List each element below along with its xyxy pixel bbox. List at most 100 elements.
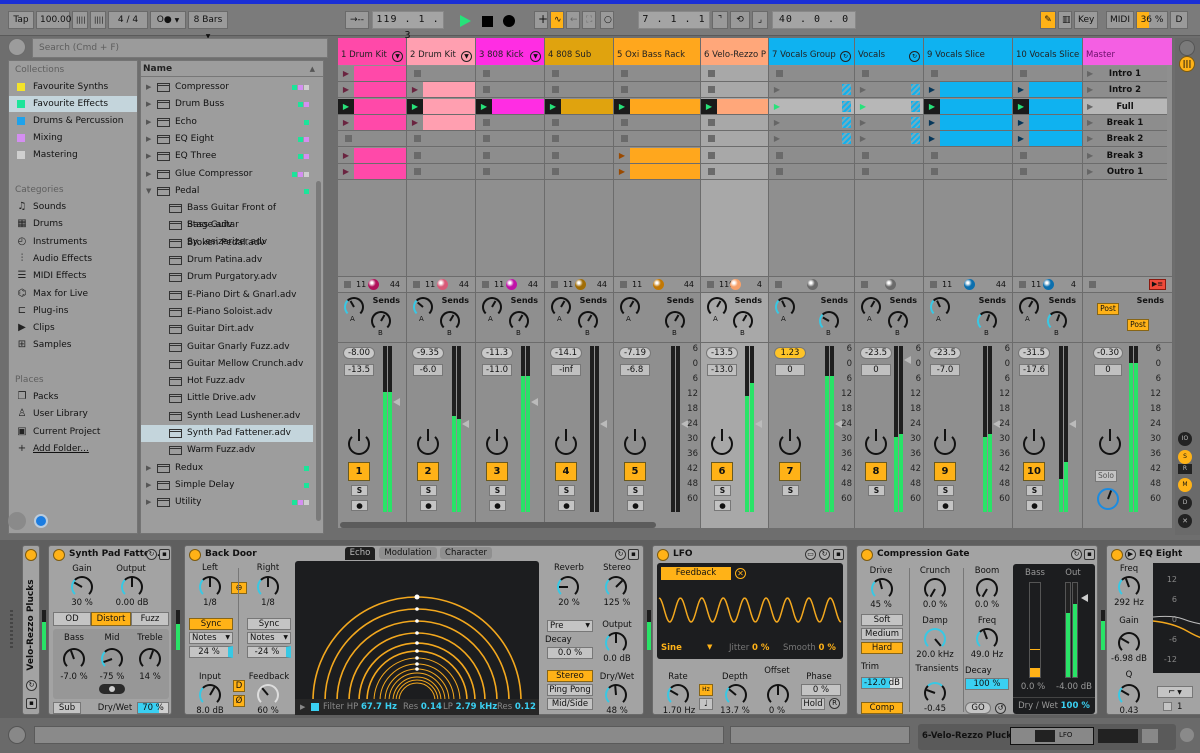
clip-slot[interactable] <box>614 114 700 131</box>
right-sync-mode-select[interactable]: Notes ▼ <box>247 632 291 644</box>
band-toggle[interactable] <box>1163 702 1172 711</box>
stereo-mode-button[interactable]: Stereo <box>547 670 593 682</box>
echo-tap-dot[interactable] <box>415 649 419 653</box>
clip-slot[interactable] <box>1013 147 1082 164</box>
clip-launch-icon[interactable]: ▶ <box>924 115 940 130</box>
clip-slot[interactable]: ▶ <box>924 114 1012 131</box>
clip-slot[interactable] <box>545 82 613 99</box>
clip-playing[interactable] <box>423 98 475 114</box>
volume-fader-handle[interactable] <box>531 398 538 406</box>
right-offset-field[interactable]: -24 % <box>247 646 291 658</box>
expand-arrow-icon[interactable]: ▶ <box>146 148 151 165</box>
scene-play-icon[interactable]: ▶ <box>1087 148 1093 164</box>
arm-record-icon[interactable]: ● <box>420 500 437 511</box>
clip-slot[interactable] <box>407 163 475 180</box>
clip-slot[interactable] <box>545 66 613 82</box>
folder-item[interactable]: ▶ EQ Eight <box>141 131 313 148</box>
folder-item[interactable]: ▶ Utility <box>141 494 313 511</box>
transients-knob[interactable] <box>924 682 946 704</box>
send-a-knob[interactable] <box>551 297 571 317</box>
clip-launch-icon[interactable]: ▶ <box>924 131 940 146</box>
lfo-target-button[interactable]: Feedback <box>661 567 731 580</box>
send-b-knob[interactable] <box>509 311 529 331</box>
echo-tap-dot[interactable] <box>415 667 419 671</box>
volume-fader-handle[interactable] <box>755 420 762 428</box>
clip-slot[interactable] <box>545 114 613 131</box>
preset-item[interactable]: Warm Fuzz.adv <box>141 442 313 459</box>
track-volume-field[interactable]: 1.23 <box>774 347 806 359</box>
io-toggle-icon[interactable]: IO <box>1178 432 1192 446</box>
pan-knob[interactable] <box>486 429 508 455</box>
cue-volume-knob[interactable] <box>1097 488 1119 510</box>
tab-character[interactable]: Character <box>440 547 492 559</box>
clip-slot[interactable]: ▶ <box>769 114 854 131</box>
echo-tap-dot[interactable] <box>415 656 419 660</box>
clip[interactable] <box>354 82 406 98</box>
key-map-button[interactable]: Key <box>1074 11 1098 29</box>
rate-knob[interactable] <box>667 684 689 706</box>
clip-slot[interactable]: ▶ <box>614 163 700 180</box>
expand-arrow-icon[interactable]: ▶ <box>146 166 151 183</box>
clip-slot[interactable] <box>476 66 544 82</box>
go-button[interactable]: GO <box>965 702 991 714</box>
volume-fader-handle[interactable] <box>600 420 607 428</box>
clip-playing[interactable] <box>940 98 1012 114</box>
map-mode-icon[interactable]: ▭ <box>805 549 816 560</box>
scene-play-icon[interactable]: ▶ <box>1087 82 1093 98</box>
clip[interactable] <box>423 82 475 98</box>
stop-all-clips-icon[interactable] <box>344 281 351 288</box>
clip-playing[interactable] <box>630 98 700 114</box>
clip-playing[interactable] <box>717 98 768 114</box>
arm-record-icon[interactable]: ● <box>558 500 575 511</box>
send-a-knob[interactable] <box>1019 297 1039 317</box>
stop-button-icon[interactable] <box>862 70 869 77</box>
clip-slot[interactable] <box>701 82 768 99</box>
stop-button-icon[interactable] <box>931 151 938 159</box>
comp-power-button[interactable] <box>861 549 873 561</box>
send-a-knob[interactable] <box>930 297 950 317</box>
expand-arrow-icon[interactable]: ▶ <box>146 460 151 477</box>
clip[interactable] <box>354 66 406 81</box>
clip-slot[interactable] <box>476 163 544 180</box>
pan-knob[interactable] <box>555 429 577 455</box>
clip-slot[interactable] <box>769 66 854 82</box>
preset-item[interactable]: Little Drive.adv <box>141 390 313 407</box>
arm-record-icon[interactable]: ● <box>351 500 368 511</box>
right-time-knob[interactable] <box>257 576 279 598</box>
track-volume-field[interactable]: -11.3 <box>481 347 513 359</box>
playing-clip-icon[interactable]: ▶ <box>1013 98 1029 114</box>
stop-all-clips-icon[interactable] <box>775 281 782 288</box>
input-knob[interactable] <box>199 684 221 706</box>
nudge-down-button[interactable]: |||| <box>72 11 88 29</box>
collection-item[interactable]: Favourite Synths <box>9 79 137 95</box>
stop-button-icon[interactable] <box>776 70 783 77</box>
solo-button[interactable]: S <box>1026 485 1043 496</box>
arm-record-icon[interactable]: ● <box>1026 500 1043 511</box>
hold-button[interactable]: Hold <box>801 698 825 710</box>
keyboard-icon[interactable]: ▥ <box>1058 11 1072 29</box>
clip[interactable] <box>354 147 406 163</box>
menu-toggle-icon[interactable] <box>1179 40 1195 56</box>
send-a-knob[interactable] <box>861 297 881 317</box>
drywet-knob[interactable] <box>605 684 627 706</box>
fuzz-mode-button[interactable]: Fuzz <box>131 612 169 626</box>
category-item[interactable]: ⌬ Max for Live <box>9 286 137 302</box>
clip-slot[interactable] <box>701 66 768 82</box>
stop-all-clips-icon[interactable] <box>707 281 714 288</box>
scene-play-icon[interactable]: ▶ <box>1087 131 1093 147</box>
echo-tap-dot[interactable] <box>415 662 419 666</box>
stop-button-icon[interactable] <box>414 167 421 175</box>
clip-launch-icon[interactable]: ▶ <box>407 115 423 130</box>
sends-toggle-icon[interactable]: S <box>1178 450 1192 464</box>
category-item[interactable]: ☰ MIDI Effects <box>9 268 137 284</box>
pan-knob[interactable] <box>779 429 801 455</box>
category-item[interactable]: ▶ Clips <box>9 320 137 336</box>
stop-button-icon[interactable] <box>483 86 490 94</box>
master-volume-field[interactable]: -0.30 <box>1093 347 1123 359</box>
echo-tap-dot[interactable] <box>415 641 419 645</box>
stop-button-icon[interactable] <box>862 151 869 159</box>
save-preset-icon[interactable]: ▪ <box>159 549 170 560</box>
solo-button[interactable]: S <box>627 485 644 496</box>
clip-slot[interactable] <box>614 131 700 148</box>
tap-tempo-button[interactable]: Tap <box>8 11 34 29</box>
